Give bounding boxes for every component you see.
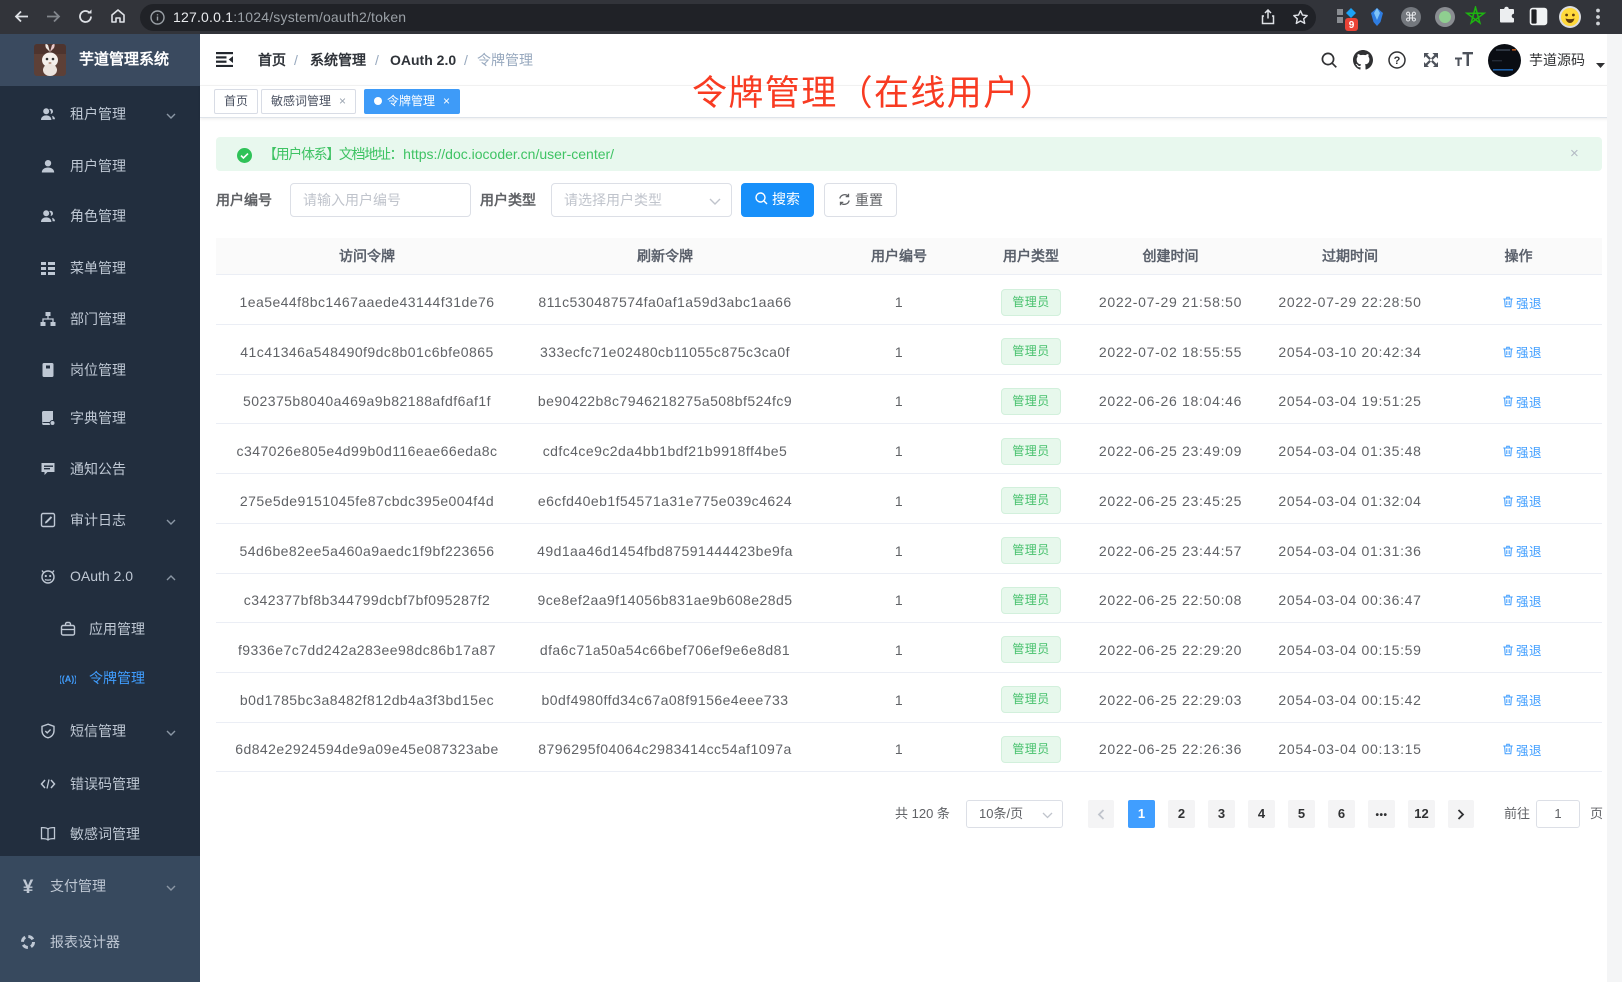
svg-text:⌘: ⌘: [1405, 10, 1418, 25]
svg-text:¥: ¥: [23, 878, 34, 894]
svg-text:9: 9: [1349, 20, 1355, 31]
svg-text:?: ?: [1394, 55, 1401, 67]
svg-text:((A)): ((A)): [60, 674, 76, 684]
